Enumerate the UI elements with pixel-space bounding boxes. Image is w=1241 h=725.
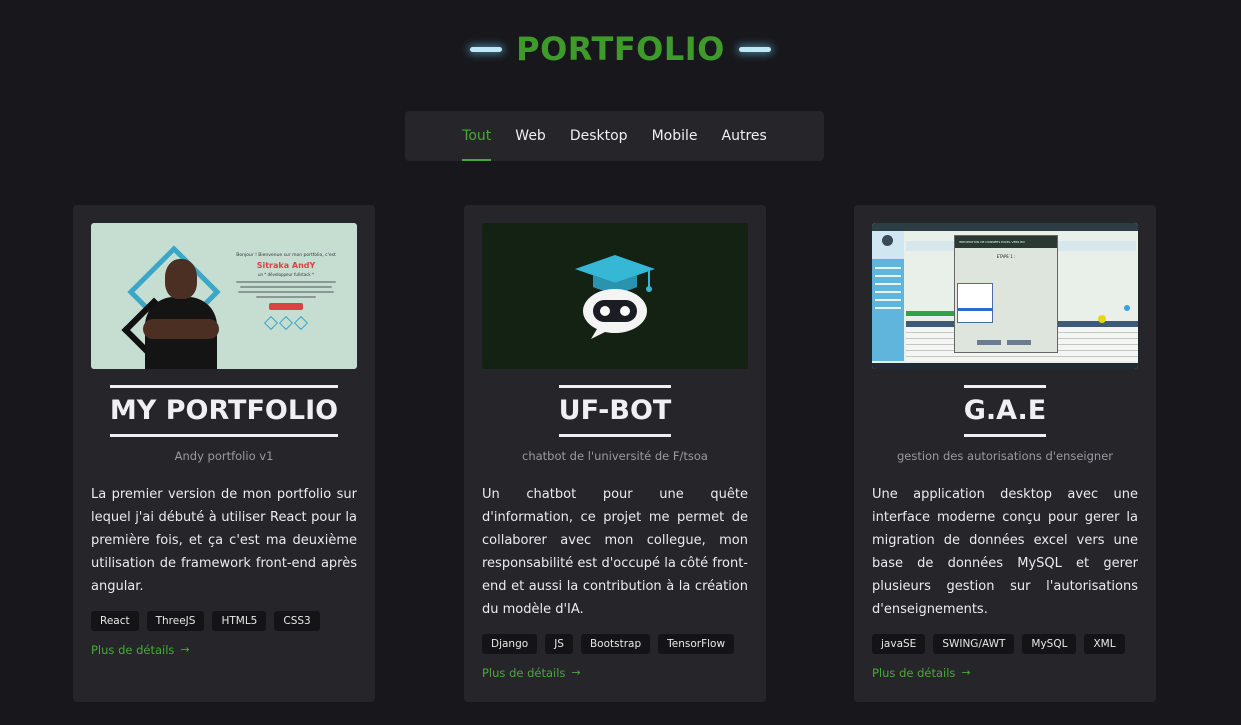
app-progress-bar <box>906 311 954 316</box>
tech-tag: TensorFlow <box>658 633 735 654</box>
details-link[interactable]: Plus de détails → <box>872 666 971 680</box>
dialog-step: ETAPE 1 : <box>996 254 1016 259</box>
cursor-highlight <box>1098 315 1106 323</box>
tech-tags: React ThreeJS HTML5 CSS3 <box>91 610 357 631</box>
details-link-label: Plus de détails <box>91 642 175 657</box>
details-link[interactable]: Plus de détails → <box>482 666 581 680</box>
project-card-uf-bot: UF-BOT chatbot de l'université de F/tsoa… <box>464 205 766 702</box>
details-link-label: Plus de détails <box>482 665 566 680</box>
tech-tag: MySQL <box>1022 633 1077 654</box>
filter-tab-web[interactable]: Web <box>503 111 558 161</box>
project-card-gae: IMPORTATION DE DONNÉES EXCEL VERS BD ETA… <box>854 205 1156 702</box>
details-link[interactable]: Plus de détails → <box>91 643 190 657</box>
dialog-title: IMPORTATION DE DONNÉES EXCEL VERS BD <box>959 240 1025 244</box>
thumbnail-greeting: Bonjour ! Bienvenue sur mon portfolio, c… <box>236 253 336 258</box>
avatar <box>882 235 893 246</box>
filter-tab-desktop[interactable]: Desktop <box>558 111 640 161</box>
tech-tags: Django JS Bootstrap TensorFlow <box>482 633 748 654</box>
filter-tab-autres[interactable]: Autres <box>710 111 779 161</box>
project-thumbnail[interactable]: IMPORTATION DE DONNÉES EXCEL VERS BD ETA… <box>872 223 1138 369</box>
details-link-label: Plus de détails <box>872 665 956 680</box>
tech-tags: javaSE SWING/AWT MySQL XML <box>872 633 1138 654</box>
project-subtitle: chatbot de l'université de F/tsoa <box>522 448 708 463</box>
project-description: Un chatbot pour une quête d'information,… <box>482 486 748 617</box>
arrow-right-icon: → <box>961 666 971 680</box>
project-subtitle: Andy portfolio v1 <box>174 448 274 463</box>
thumbnail-role: un * développeur fullstack * <box>257 272 315 277</box>
project-title: MY PORTFOLIO <box>109 385 339 437</box>
os-taskbar <box>872 363 1138 369</box>
tech-tag: Bootstrap <box>580 633 651 654</box>
tech-tag: XML <box>1084 633 1125 654</box>
filter-tab-tout[interactable]: Tout <box>450 111 503 161</box>
tech-tag: SWING/AWT <box>933 633 1015 654</box>
tech-tag: javaSE <box>872 633 926 654</box>
thumbnail-hero-text: Bonjour ! Bienvenue sur mon portfolio, c… <box>231 253 341 331</box>
project-subtitle: gestion des autorisations d'enseigner <box>896 448 1114 463</box>
tech-tag: Django <box>482 633 538 654</box>
thumbnail-social-icons <box>231 315 341 331</box>
title-right-bar <box>738 46 771 52</box>
project-thumbnail[interactable] <box>482 223 748 369</box>
project-description: Une application desktop avec une interfa… <box>872 486 1138 617</box>
page-title: PORTFOLIO <box>516 30 725 68</box>
portfolio-filter-bar: Tout Web Desktop Mobile Autres <box>405 111 824 161</box>
thumbnail-text-lines <box>231 281 341 298</box>
app-import-dialog: IMPORTATION DE DONNÉES EXCEL VERS BD ETA… <box>954 235 1058 353</box>
tech-tag: HTML5 <box>212 610 267 631</box>
project-title: G.A.E <box>963 385 1047 437</box>
person-head-shape <box>165 259 197 299</box>
title-left-bar <box>470 46 503 52</box>
project-thumbnail[interactable]: Bonjour ! Bienvenue sur mon portfolio, c… <box>91 223 357 369</box>
project-description: La premier version de mon portfolio sur … <box>91 486 357 594</box>
tech-tag: JS <box>545 633 573 654</box>
section-title: PORTFOLIO <box>0 30 1241 68</box>
person-arms-shape <box>143 319 219 339</box>
project-card-my-portfolio: Bonjour ! Bienvenue sur mon portfolio, c… <box>73 205 375 702</box>
tech-tag: ThreeJS <box>146 610 205 631</box>
filter-tab-mobile[interactable]: Mobile <box>640 111 710 161</box>
robot-graduate-icon <box>575 255 655 339</box>
arrow-right-icon: → <box>571 666 581 680</box>
project-title: UF-BOT <box>558 385 672 437</box>
tech-tag: CSS3 <box>274 610 320 631</box>
window-titlebar <box>872 223 1138 231</box>
thumbnail-name: Sitraka AndY <box>256 261 316 270</box>
arrow-right-icon: → <box>180 643 190 657</box>
thumbnail-cta-button <box>269 303 303 310</box>
tech-tag: React <box>91 610 139 631</box>
